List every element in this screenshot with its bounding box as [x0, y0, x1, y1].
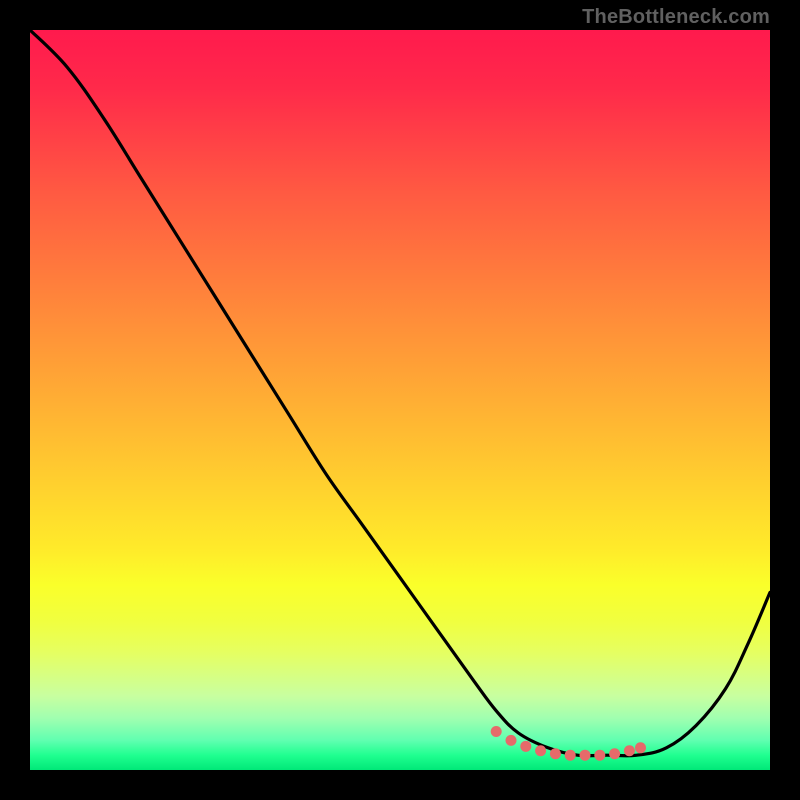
marker-dot — [520, 741, 531, 752]
marker-dot — [535, 745, 546, 756]
chart-frame: TheBottleneck.com — [0, 0, 800, 800]
marker-dot — [550, 748, 561, 759]
bottleneck-curve — [30, 30, 770, 756]
chart-svg — [30, 30, 770, 770]
marker-dot — [624, 745, 635, 756]
marker-dot — [594, 750, 605, 761]
marker-dot — [491, 726, 502, 737]
marker-dot — [565, 750, 576, 761]
attribution-text: TheBottleneck.com — [582, 6, 770, 29]
plot-area — [30, 30, 770, 770]
marker-dot — [609, 748, 620, 759]
marker-dot — [635, 742, 646, 753]
marker-dot — [506, 735, 517, 746]
marker-dot — [580, 750, 591, 761]
